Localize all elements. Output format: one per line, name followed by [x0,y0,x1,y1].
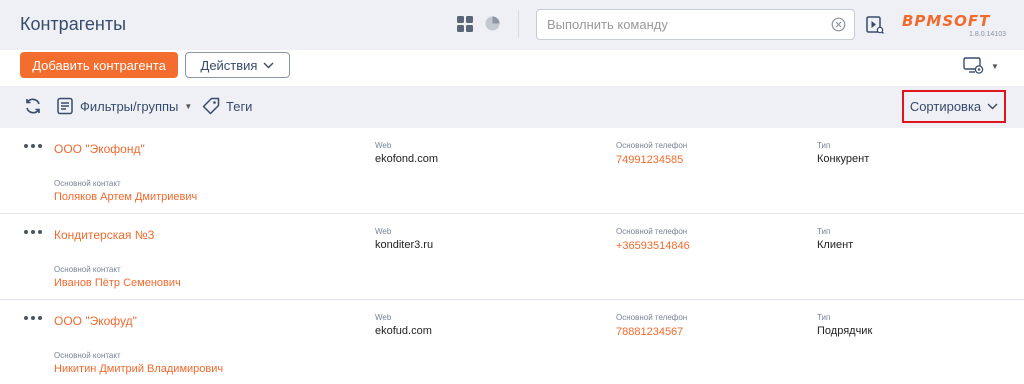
caret-down-icon: ▼ [991,61,999,71]
web-value: konditer3.ru [375,239,434,251]
tags-label: Теги [226,98,253,114]
grid-icon[interactable] [457,16,473,32]
contact-label: Основной контакт [54,179,121,188]
contact-link[interactable]: Никитин Дмитрий Владимирович [54,363,223,375]
sort-button[interactable]: Сортировка [902,90,1006,123]
account-name-link[interactable]: Кондитерская №3 [54,228,154,242]
page-title: Контрагенты [20,14,127,34]
account-name-link[interactable]: ООО "Экофонд" [54,142,145,156]
web-label: Web [375,141,392,150]
type-label: Тип [817,313,831,322]
phone-link[interactable]: +36593514846 [616,240,690,252]
action-bar: Добавить контрагента Действия ▼ [0,50,1024,86]
more-dots-icon[interactable] [24,230,44,236]
command-input[interactable] [547,17,817,32]
add-account-button[interactable]: Добавить контрагента [20,52,178,78]
play-search-icon[interactable] [866,16,884,34]
type-label: Тип [817,227,831,236]
filter-bar: Фильтры/группы ▼ Теги Сортировка [0,86,1024,128]
type-value: Подрядчик [817,325,873,337]
phone-label: Основной телефон [616,141,688,150]
list-item: ООО "Экофуд" Основной контакт Никитин Дм… [0,300,1024,384]
filters-groups-button[interactable]: Фильтры/группы ▼ [56,96,192,116]
phone-link[interactable]: 74991234585 [616,154,683,166]
view-settings-button[interactable]: ▼ [963,56,1001,76]
actions-button[interactable]: Действия [185,52,290,78]
sort-label: Сортировка [909,99,982,114]
contact-link[interactable]: Поляков Артем Дмитриевич [54,191,197,203]
logo: BPMSOFT 1.8.0.14103 [902,12,1006,38]
chevron-down-icon [263,62,274,68]
list-item: ООО "Экофонд" Основной контакт Поляков А… [0,128,1024,214]
filter-list-icon [57,97,73,115]
type-value: Конкурент [817,153,870,165]
web-label: Web [375,227,392,236]
page-header: Контрагенты BPMSOFT 1.8.0.14103 [0,0,1024,50]
web-value: ekofud.com [375,325,432,337]
tags-button[interactable]: Теги [202,96,252,116]
refresh-icon[interactable] [24,97,42,115]
phone-label: Основной телефон [616,227,688,236]
list-item: Кондитерская №3 Основной контакт Иванов … [0,214,1024,300]
command-box [536,9,855,40]
contact-label: Основной контакт [54,351,121,360]
type-value: Клиент [817,239,854,251]
clear-circle-icon[interactable] [831,17,846,32]
more-dots-icon[interactable] [24,144,44,150]
filters-groups-label: Фильтры/группы [80,98,179,114]
accounts-list: ООО "Экофонд" Основной контакт Поляков А… [0,128,1024,384]
phone-link[interactable]: 78881234567 [616,326,683,338]
actions-label: Действия [200,57,258,73]
pie-chart-icon[interactable] [484,15,501,32]
contact-label: Основной контакт [54,265,121,274]
header-divider [518,10,519,38]
caret-down-icon: ▼ [184,101,193,111]
contact-link[interactable]: Иванов Пётр Семенович [54,277,181,289]
web-value: ekofond.com [375,153,438,165]
more-dots-icon[interactable] [24,316,44,322]
monitor-gear-icon [963,57,984,74]
web-label: Web [375,313,392,322]
logo-text: BPMSOFT [902,12,991,30]
phone-label: Основной телефон [616,313,688,322]
version-text: 1.8.0.14103 [969,31,1006,38]
chevron-down-icon [987,103,998,110]
account-name-link[interactable]: ООО "Экофуд" [54,314,137,328]
tag-icon [202,97,220,115]
type-label: Тип [817,141,831,150]
